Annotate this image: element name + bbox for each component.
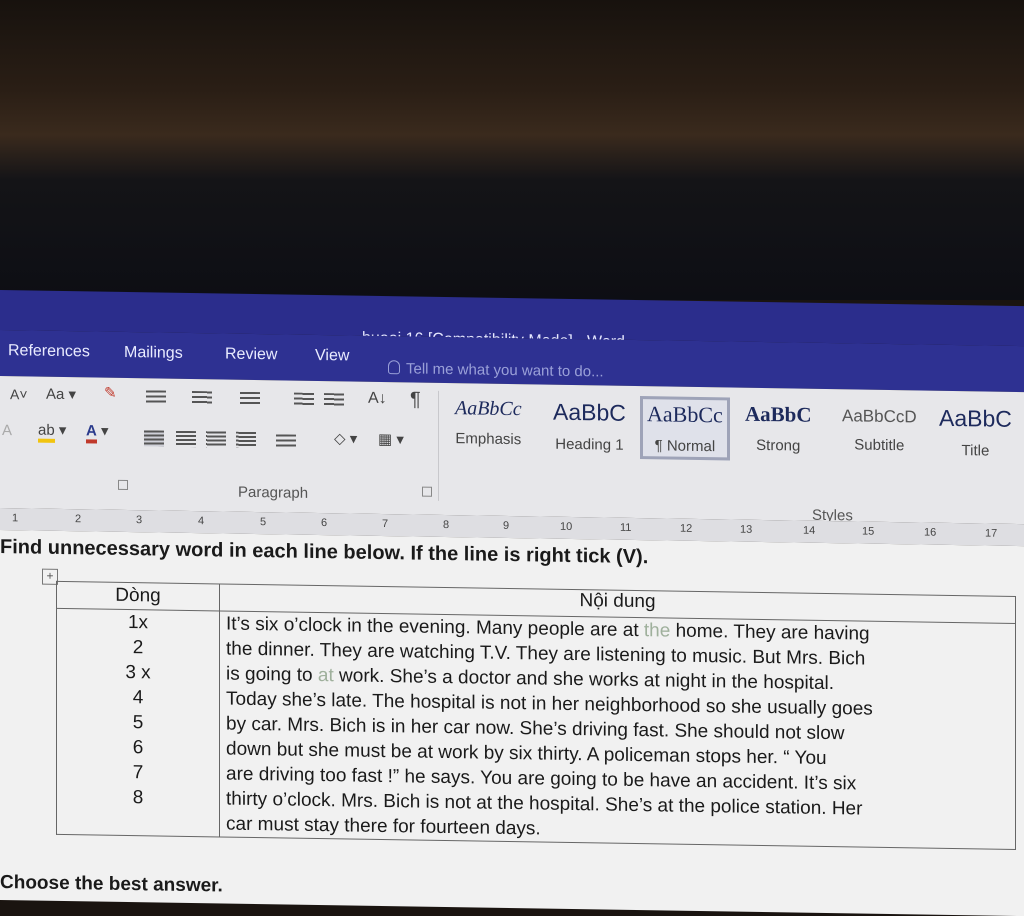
numbering-icon[interactable] (192, 391, 212, 406)
ruler-tick: 6 (321, 517, 328, 530)
highlighted-word: the (643, 620, 671, 642)
format-painter-icon[interactable]: ✎ (104, 384, 117, 402)
style-emphasis[interactable]: AaBbCc Emphasis (455, 397, 522, 448)
ruler-tick: 11 (620, 521, 632, 534)
column-header-line: Dòng (56, 581, 220, 611)
tell-me-text: Tell me what you want to do... (406, 360, 604, 381)
highlight-color-button[interactable]: ab ▾ (38, 421, 66, 443)
style-strong[interactable]: AaBbC Strong (745, 402, 812, 455)
style-sample: AaBbCc (647, 401, 723, 428)
shrink-font-icon[interactable]: A˅ (10, 386, 28, 402)
ruler-tick: 1 (12, 512, 19, 525)
tell-me-box[interactable]: Tell me what you want to do... (388, 360, 604, 380)
align-right-icon[interactable] (206, 431, 226, 448)
style-sample: AaBbC (745, 401, 812, 427)
style-name: Emphasis (455, 430, 522, 449)
tab-mailings[interactable]: Mailings (124, 344, 183, 363)
font-dialog-launcher[interactable] (118, 479, 128, 491)
ruler-tick: 9 (503, 519, 510, 532)
font-color-button[interactable]: A ▾ (86, 421, 109, 444)
style-sample: AaBbC (553, 398, 626, 426)
tab-review[interactable]: Review (225, 346, 277, 365)
group-divider (438, 390, 439, 501)
line-spacing-icon[interactable] (276, 434, 296, 449)
align-center-icon[interactable] (176, 430, 196, 448)
style-title[interactable]: AaBbC Title (939, 405, 1012, 460)
style-subtitle[interactable]: AaBbCcD Subtitle (842, 403, 917, 454)
background-room (0, 0, 1024, 300)
style-name: Heading 1 (555, 435, 624, 454)
highlighter-icon: ab (38, 421, 55, 443)
content-cell[interactable]: It’s six o’clock in the evening. Many pe… (219, 610, 1016, 850)
ruler-tick: 15 (862, 525, 875, 538)
styles-gallery: AaBbCc Emphasis AaBbC Heading 1 AaBbCc ¶… (447, 389, 1024, 488)
table-body-row: 1x 2 3 x 4 5 6 7 8 It’s six o’clock in t… (56, 608, 1016, 850)
line-number: 7 (132, 762, 144, 784)
ribbon-home: A˅ Aa ▾ ✎ A ab ▾ A ▾ A↓ ¶ ◇ ▾ ▦ ▾ Paragr… (0, 376, 1024, 524)
borders-icon[interactable]: ▦ ▾ (378, 430, 404, 448)
style-sample: AaBbC (939, 404, 1012, 432)
decrease-indent-icon[interactable] (294, 392, 314, 407)
line-number: 2 (132, 637, 144, 659)
text-segment: is going to (226, 663, 318, 686)
text-effects-icon[interactable]: A (2, 422, 12, 439)
style-sample: AaBbCc (455, 397, 522, 421)
exercise-table: Dòng Nội dung 1x 2 3 x 4 5 6 7 8 It’s si… (56, 581, 1016, 850)
line-number: 4 (132, 687, 144, 709)
line-number: 1x (127, 612, 149, 634)
paragraph-dialog-launcher[interactable] (422, 486, 432, 497)
ruler-tick: 4 (198, 515, 205, 528)
pilcrow-icon[interactable]: ¶ (410, 388, 421, 411)
style-name: Subtitle (854, 436, 905, 455)
next-section-heading: Choose the best answer. (0, 872, 223, 897)
change-case-button[interactable]: Aa ▾ (46, 385, 76, 403)
ruler-tick: 8 (443, 518, 450, 532)
ruler-tick: 13 (740, 523, 753, 536)
line-numbers-cell: 1x 2 3 x 4 5 6 7 8 (56, 608, 220, 837)
style-normal[interactable]: AaBbCc ¶ Normal (640, 396, 730, 461)
exercise-heading: Find unnecessary word in each line below… (0, 536, 649, 569)
text-segment: home. They are having (670, 620, 870, 645)
bullets-icon[interactable] (146, 390, 166, 405)
ruler-tick: 3 (136, 514, 143, 527)
font-color-icon: A (86, 422, 97, 444)
increase-indent-icon[interactable] (324, 393, 344, 408)
ruler-tick: 17 (985, 527, 998, 540)
sort-icon[interactable]: A↓ (368, 390, 387, 408)
shading-icon[interactable]: ◇ ▾ (334, 429, 357, 447)
style-name: Title (961, 442, 990, 460)
style-name: Strong (756, 436, 801, 455)
justify-icon[interactable] (236, 431, 256, 449)
line-number: 5 (132, 712, 144, 734)
ruler-tick: 10 (560, 520, 573, 533)
highlighted-word: at (317, 664, 334, 687)
ruler-tick: 16 (924, 526, 937, 539)
change-case-label: Aa (46, 385, 65, 404)
ruler-tick: 12 (680, 522, 693, 535)
lightbulb-icon (388, 360, 400, 375)
ruler-tick: 2 (75, 513, 82, 526)
ruler-tick: 5 (260, 516, 267, 529)
line-number: 8 (132, 787, 144, 809)
ruler-tick: 14 (803, 524, 816, 537)
style-sample: AaBbCcD (842, 406, 917, 427)
text-segment: car must stay there for fourteen days. (226, 813, 541, 840)
style-name: ¶ Normal (654, 437, 716, 456)
align-left-icon[interactable] (144, 430, 164, 447)
tab-references[interactable]: References (8, 342, 90, 361)
word-window: buooi 16 [Compatibility Mode] - Word Ref… (0, 290, 1024, 916)
ruler-tick: 7 (382, 518, 389, 531)
tab-view[interactable]: View (315, 347, 349, 366)
line-number: 6 (132, 737, 144, 759)
paragraph-group-label: Paragraph (238, 483, 309, 502)
line-number: 3 x (125, 661, 151, 684)
document-page[interactable]: Find unnecessary word in each line below… (0, 530, 1024, 916)
style-heading-1[interactable]: AaBbC Heading 1 (553, 399, 626, 454)
multilevel-list-icon[interactable] (240, 391, 260, 407)
